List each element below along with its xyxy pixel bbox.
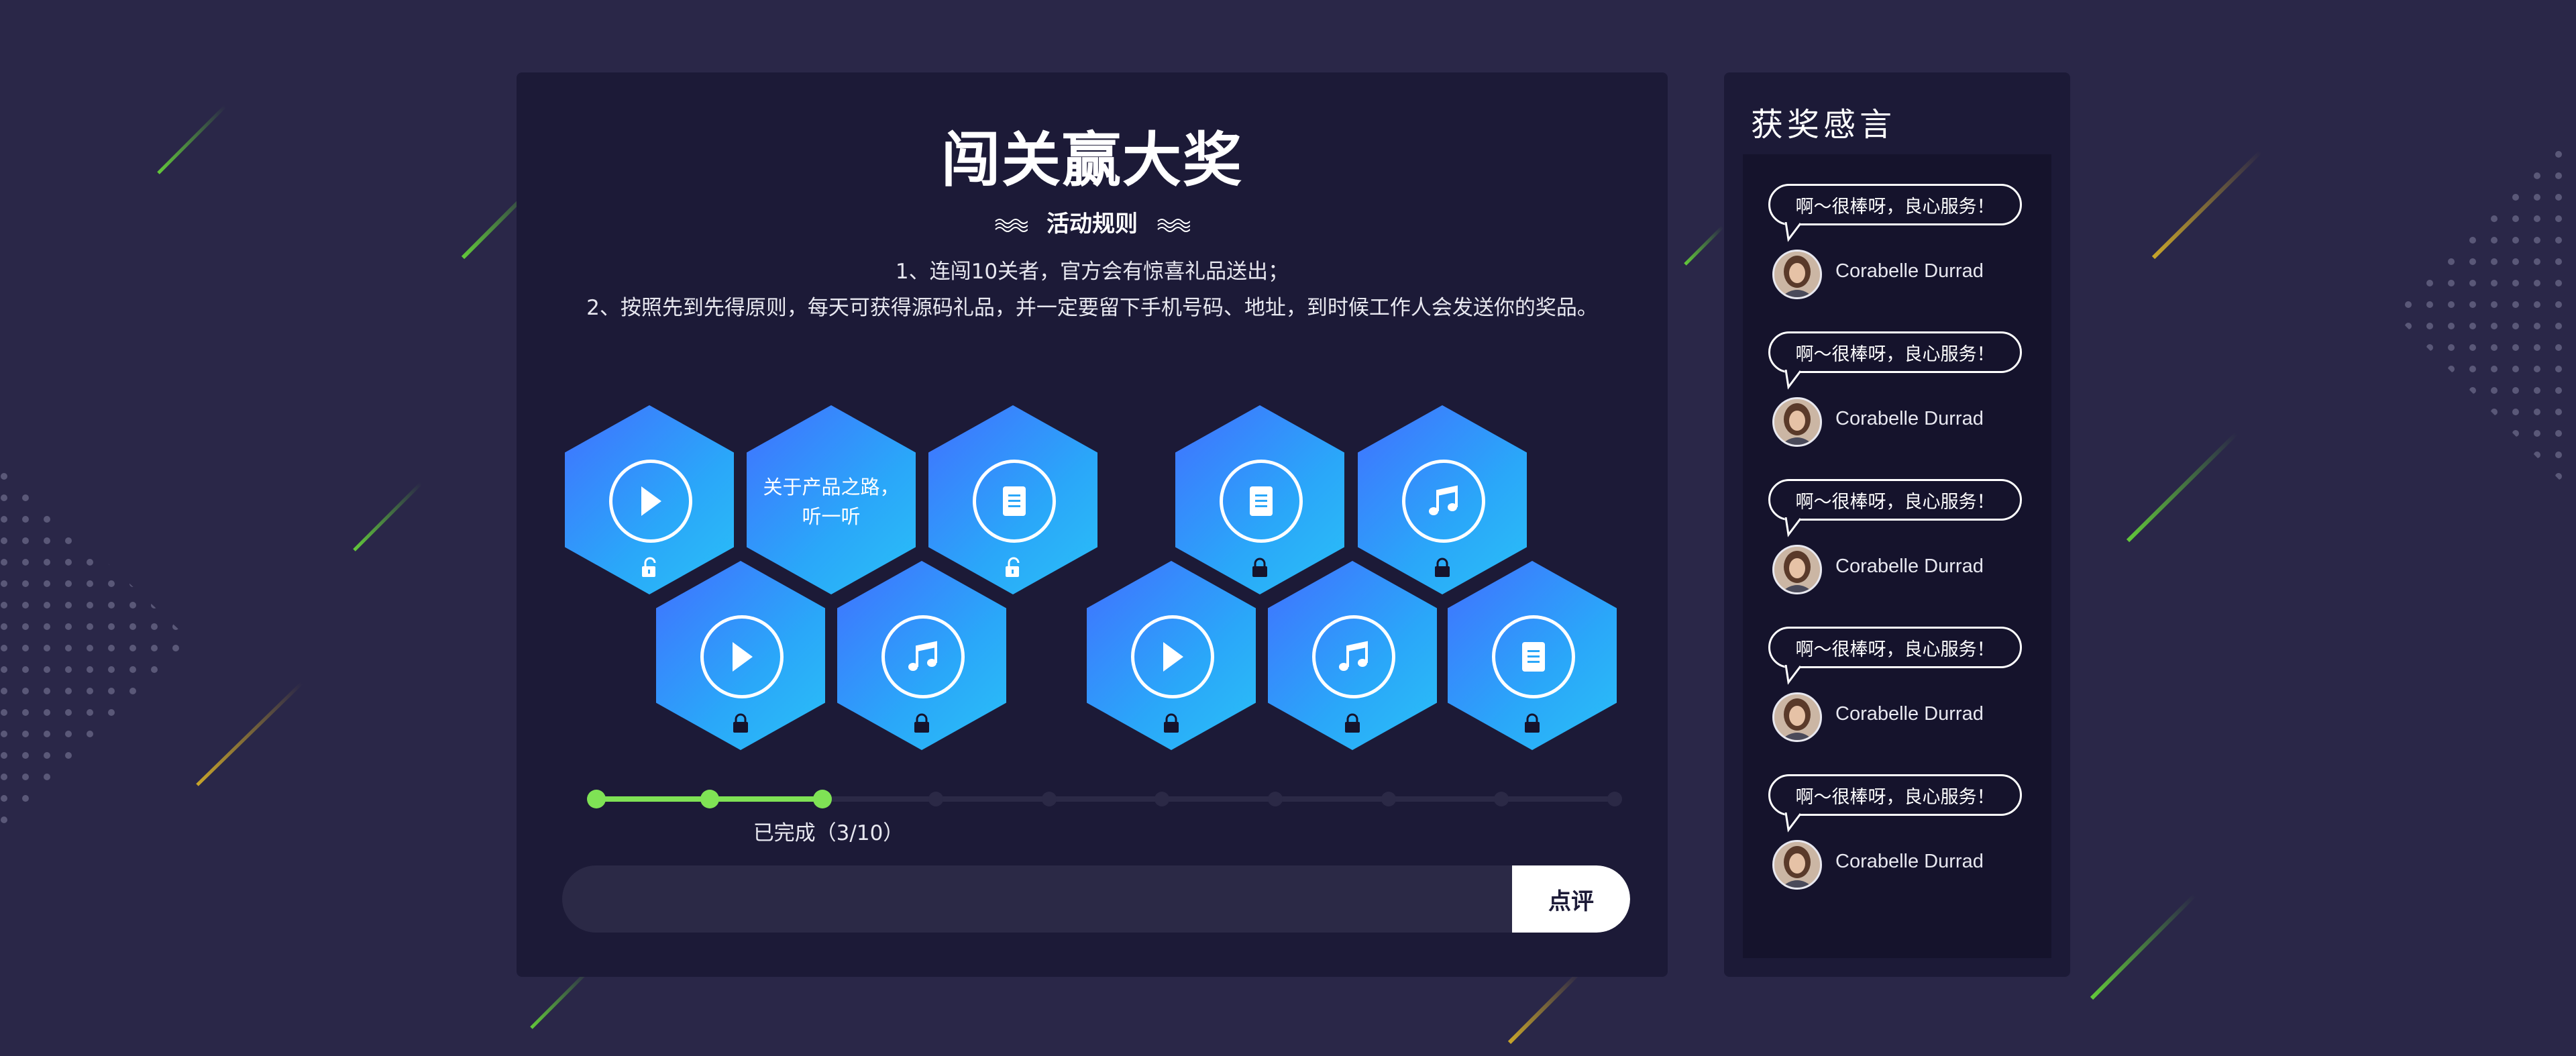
level-text: 关于产品之路， 听一听 xyxy=(763,476,900,528)
bubble-tail xyxy=(1784,812,1802,833)
level-hex-5[interactable] xyxy=(837,561,1006,750)
progress-step xyxy=(813,790,833,808)
bubble-tail xyxy=(1784,517,1802,537)
progress-step xyxy=(1268,792,1283,806)
avatar xyxy=(1772,692,1822,742)
review-bubble: 啊～很棒呀，良心服务！ xyxy=(1768,184,2022,225)
comment-input[interactable] xyxy=(562,865,1515,933)
progress-step xyxy=(1381,792,1396,806)
doc-icon xyxy=(1003,486,1026,516)
lock-icon xyxy=(1252,558,1267,577)
play-icon xyxy=(641,486,661,516)
lock-icon xyxy=(1345,713,1360,733)
level-hex-3[interactable] xyxy=(928,405,1097,594)
level-hex-7[interactable] xyxy=(1358,405,1527,594)
review-item: 啊～很棒呀，良心服务！ Corabelle Durrad xyxy=(1768,774,2030,908)
winners-title: 获奖感言 xyxy=(1751,106,1896,144)
review-username: Corabelle Durrad xyxy=(1835,556,1984,577)
review-username: Corabelle Durrad xyxy=(1835,408,1984,429)
lock-icon xyxy=(914,713,929,733)
review-bubble: 啊～很棒呀，良心服务！ xyxy=(1768,627,2022,668)
music-icon xyxy=(1429,485,1458,515)
lock-icon xyxy=(1164,713,1179,733)
level-hex-2[interactable]: 关于产品之路， 听一听 xyxy=(747,405,916,594)
level-hex-4[interactable] xyxy=(656,561,825,750)
doc-icon xyxy=(1250,486,1273,516)
progress-label: 已完成（3/10） xyxy=(753,821,904,845)
review-item: 啊～很棒呀，良心服务！ Corabelle Durrad xyxy=(1768,331,2030,466)
winners-panel: 获奖感言 啊～很棒呀，良心服务！ Corabelle Durrad 啊～很棒呀，良心… xyxy=(1724,72,2070,977)
level-hex-1[interactable] xyxy=(565,405,734,594)
lock-icon xyxy=(733,713,748,733)
level-hex-10[interactable] xyxy=(1448,561,1617,750)
progress-step xyxy=(1607,792,1622,806)
bubble-tail xyxy=(1784,222,1802,242)
lock-icon xyxy=(1525,713,1540,733)
bubble-tail xyxy=(1784,665,1802,685)
unlock-icon xyxy=(642,557,656,577)
review-item: 啊～很棒呀，良心服务！ Corabelle Durrad xyxy=(1768,479,2030,613)
level-hex-6[interactable] xyxy=(1175,405,1344,594)
review-username: Corabelle Durrad xyxy=(1835,703,1984,725)
avatar xyxy=(1772,250,1822,299)
review-username: Corabelle Durrad xyxy=(1835,851,1984,872)
level-grid: 关于产品之路， 听一听 xyxy=(517,72,1668,977)
review-bubble: 啊～很棒呀，良心服务！ xyxy=(1768,774,2022,816)
progress-step xyxy=(1494,792,1509,806)
progress-step xyxy=(1041,792,1057,806)
review-bubble: 啊～很棒呀，良心服务！ xyxy=(1768,479,2022,521)
avatar xyxy=(1772,840,1822,890)
unlock-icon xyxy=(1006,557,1020,577)
play-icon xyxy=(733,642,753,672)
lock-icon xyxy=(1435,558,1450,577)
progress-step xyxy=(1155,792,1170,806)
progress-step xyxy=(700,790,719,808)
level-hex-8[interactable] xyxy=(1087,561,1256,750)
comment-bar: 点评 xyxy=(562,865,1630,933)
progress-step xyxy=(928,792,943,806)
comment-button[interactable]: 点评 xyxy=(1512,865,1630,933)
bubble-tail xyxy=(1784,370,1802,390)
review-bubble: 啊～很棒呀，良心服务！ xyxy=(1768,331,2022,373)
progress-step xyxy=(587,790,606,808)
music-icon xyxy=(908,641,937,671)
review-username: Corabelle Durrad xyxy=(1835,260,1984,282)
challenge-panel: 闯关赢大奖 活动规则 1、连闯10关者，官方会有惊喜礼品送出； 2、按照先到先得… xyxy=(517,72,1668,977)
review-item: 啊～很棒呀，良心服务！ Corabelle Durrad xyxy=(1768,627,2030,761)
progress-bar xyxy=(587,789,1622,809)
reviews-list: 啊～很棒呀，良心服务！ Corabelle Durrad 啊～很棒呀，良心服务！ Co… xyxy=(1743,154,2051,958)
level-hex-9[interactable] xyxy=(1268,561,1437,750)
doc-icon xyxy=(1522,642,1545,672)
review-item: 啊～很棒呀，良心服务！ Corabelle Durrad xyxy=(1768,184,2030,318)
avatar xyxy=(1772,545,1822,594)
play-icon xyxy=(1163,642,1183,672)
avatar xyxy=(1772,397,1822,447)
music-icon xyxy=(1339,641,1368,671)
